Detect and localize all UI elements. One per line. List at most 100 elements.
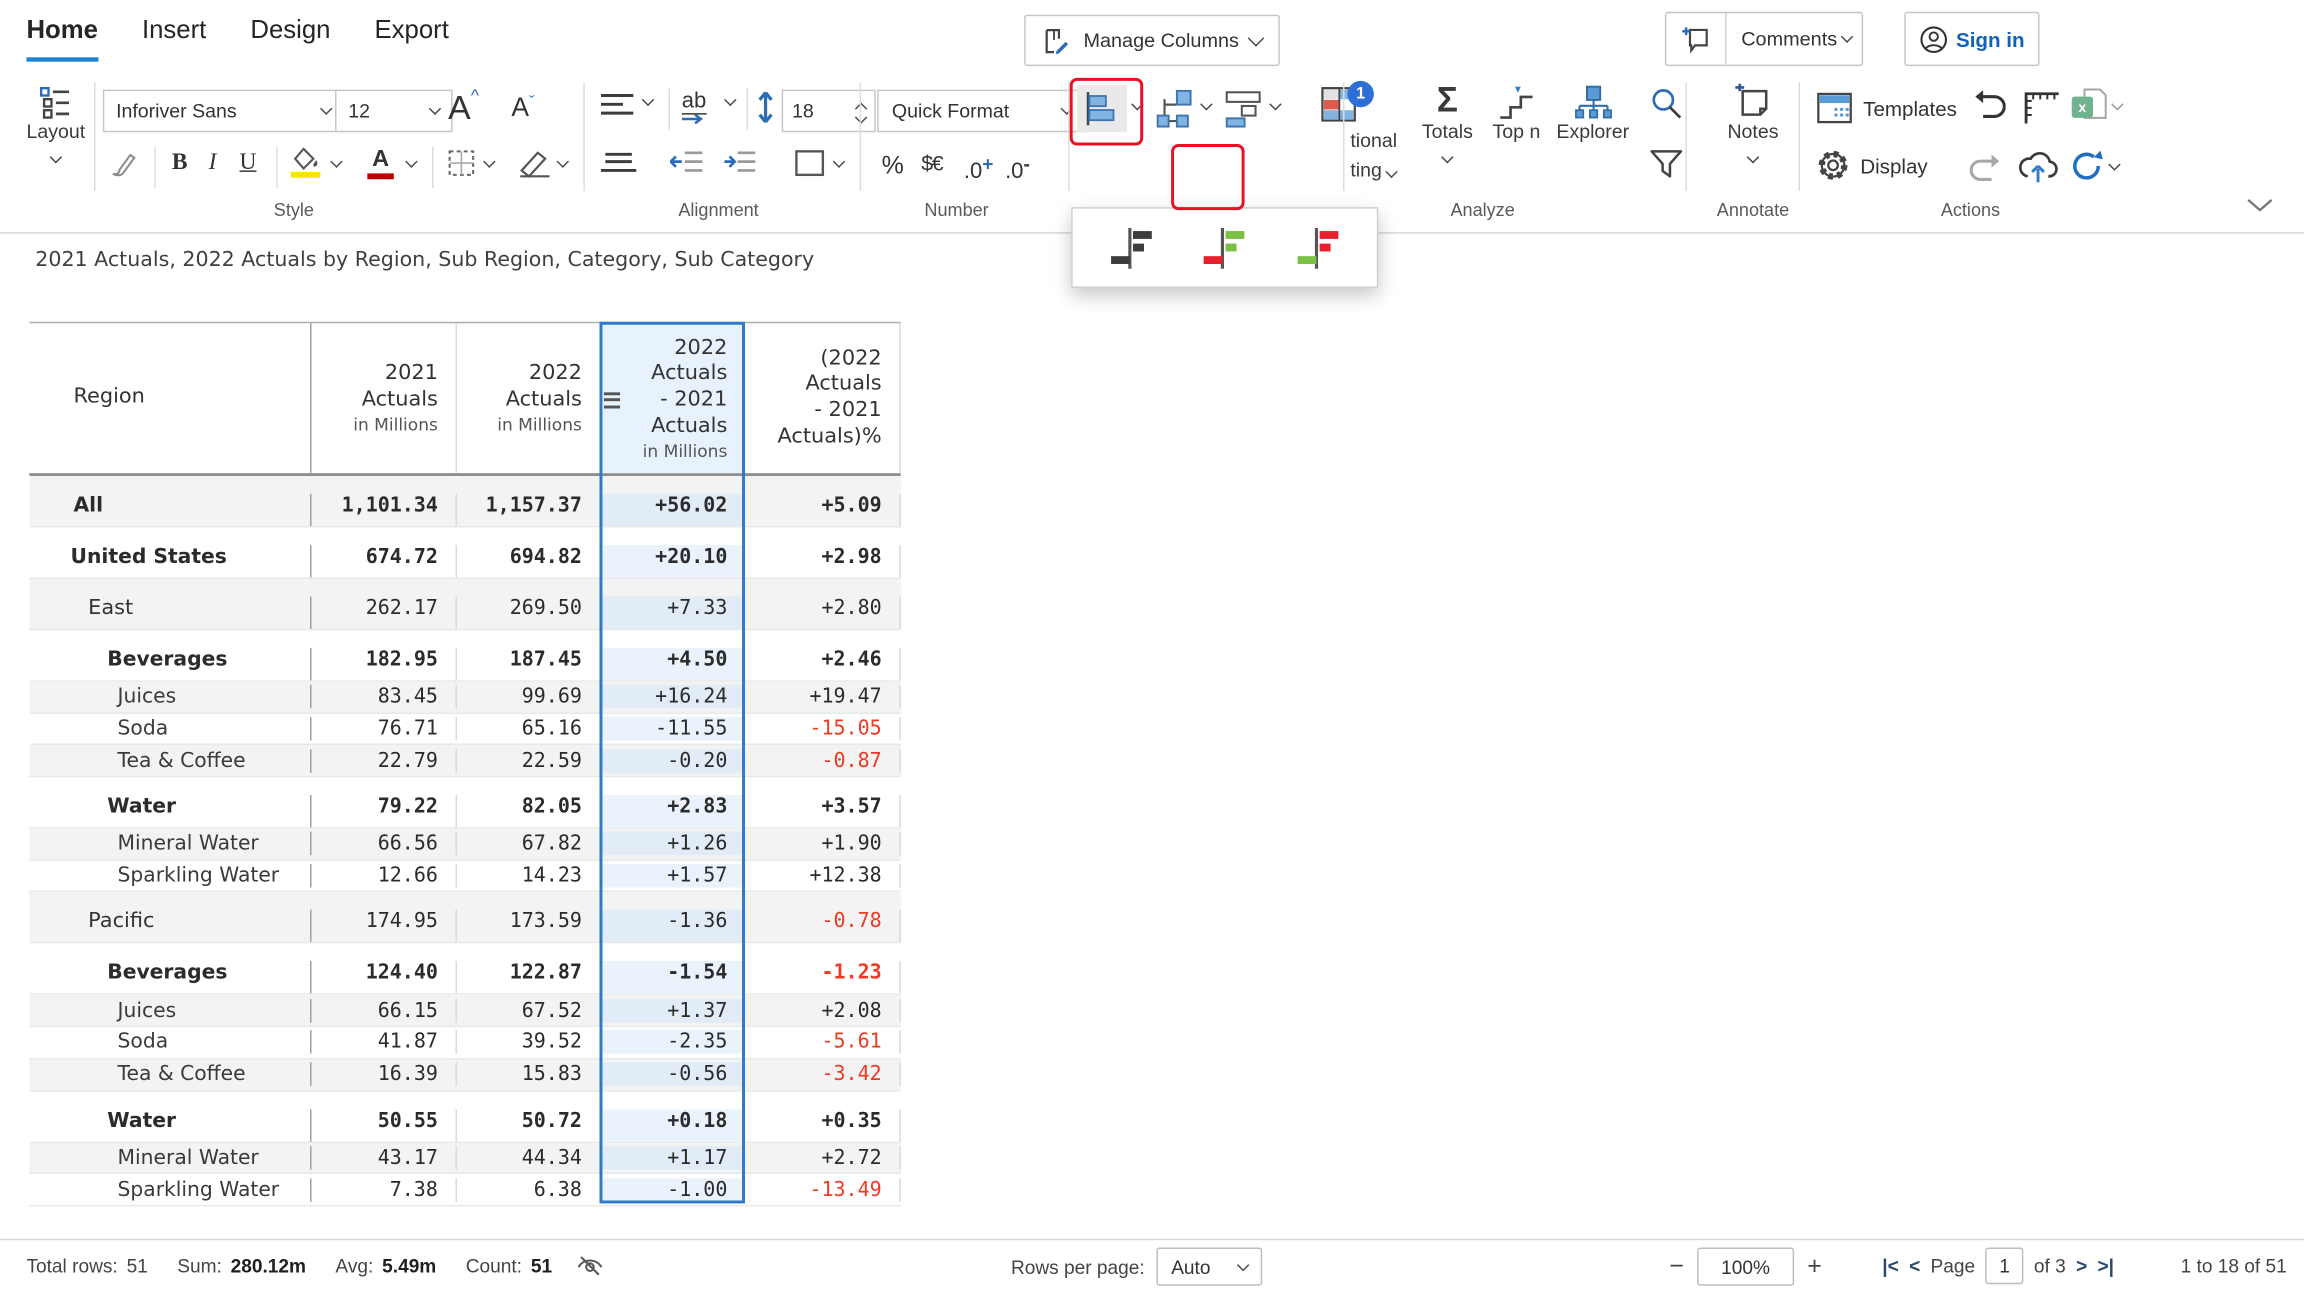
increase-font-button[interactable]: A^ — [448, 85, 479, 128]
table-row[interactable]: Beverages124.40122.87-1.54-1.23 — [29, 944, 900, 995]
waterfall-green-red-icon[interactable] — [1201, 224, 1248, 271]
variance-pct-cell[interactable]: +2.80 — [745, 597, 901, 629]
tab-home[interactable]: Home — [26, 15, 97, 62]
variance-cell[interactable]: +1.37 — [600, 999, 745, 1023]
value-2021-cell[interactable]: 124.40 — [310, 962, 455, 994]
value-2021-cell[interactable]: 41.87 — [310, 1031, 455, 1055]
sign-in-button[interactable]: Sign in — [1904, 12, 2039, 66]
variance-cell[interactable]: -1.00 — [600, 1178, 745, 1202]
value-2022-cell[interactable]: 1,157.37 — [456, 494, 600, 526]
chevron-down-icon[interactable] — [2108, 158, 2120, 170]
chevron-down-icon[interactable] — [1200, 98, 1212, 110]
column-header-2021-actuals[interactable]: 2021 Actuals in Millions — [310, 323, 455, 473]
column-header-variance[interactable]: 2022 Actuals - 2021 Actuals in Millions — [600, 323, 745, 473]
first-page-button[interactable]: |< — [1882, 1255, 1899, 1277]
filter-button[interactable] — [1649, 147, 1684, 182]
table-row[interactable]: Soda41.8739.52-2.35-5.61 — [29, 1027, 900, 1059]
prev-page-button[interactable]: < — [1909, 1255, 1920, 1277]
variance-cell[interactable]: +56.02 — [600, 494, 745, 526]
value-2022-cell[interactable]: 82.05 — [456, 795, 600, 827]
variance-pct-cell[interactable]: -3.42 — [745, 1063, 901, 1087]
resize-button[interactable] — [2020, 87, 2060, 125]
region-cell[interactable]: Pacific — [29, 910, 310, 942]
value-2022-cell[interactable]: 173.59 — [456, 910, 600, 942]
font-size-select[interactable]: 12 — [335, 90, 453, 133]
table-row[interactable]: All1,101.341,157.37+56.02+5.09 — [29, 476, 900, 527]
font-name-select[interactable]: Inforiver Sans — [103, 90, 344, 133]
variance-pct-cell[interactable]: +1.90 — [745, 832, 901, 856]
rows-per-page-select[interactable]: Auto — [1157, 1248, 1263, 1286]
variance-cell[interactable]: -0.56 — [600, 1063, 745, 1087]
variance-pct-cell[interactable]: -13.49 — [745, 1178, 901, 1202]
table-row[interactable]: Beverages182.95187.45+4.50+2.46 — [29, 630, 900, 681]
combo-chart-button[interactable] — [1224, 88, 1265, 129]
value-2021-cell[interactable]: 182.95 — [310, 648, 455, 680]
variance-pct-cell[interactable]: -0.78 — [745, 910, 901, 942]
top-n-button[interactable]: Top n — [1484, 85, 1549, 142]
value-2021-cell[interactable]: 43.17 — [310, 1146, 455, 1170]
decrease-decimal-button[interactable]: .0- — [1005, 153, 1030, 184]
table-row[interactable]: East262.17269.50+7.33+2.80 — [29, 579, 900, 630]
variance-pct-cell[interactable]: +0.35 — [745, 1109, 901, 1141]
value-2022-cell[interactable]: 44.34 — [456, 1146, 600, 1170]
variance-pct-cell[interactable]: +2.72 — [745, 1146, 901, 1170]
templates-button[interactable]: Templates — [1816, 91, 1957, 125]
column-header-variance-pct[interactable]: (2022 Actuals - 2021 Actuals)% — [745, 323, 901, 473]
variance-pct-cell[interactable]: -15.05 — [745, 717, 901, 741]
variance-cell[interactable]: -2.35 — [600, 1031, 745, 1055]
hide-stats-button[interactable] — [576, 1253, 604, 1278]
value-2021-cell[interactable]: 174.95 — [310, 910, 455, 942]
value-2022-cell[interactable]: 39.52 — [456, 1031, 600, 1055]
chevron-down-icon[interactable] — [724, 94, 736, 106]
table-row[interactable]: Soda76.7165.16-11.55-15.05 — [29, 714, 900, 746]
manage-columns-button[interactable]: Manage Columns — [1024, 15, 1280, 66]
publish-button[interactable] — [2016, 147, 2060, 185]
region-cell[interactable]: Sparkling Water — [29, 1178, 310, 1202]
decrease-indent-button[interactable] — [670, 150, 705, 176]
zoom-out-button[interactable]: − — [1669, 1252, 1684, 1281]
format-painter-button[interactable] — [109, 147, 141, 179]
waterfall-neutral-icon[interactable] — [1108, 224, 1155, 271]
variance-pct-cell[interactable]: +19.47 — [745, 685, 901, 709]
variance-pct-cell[interactable]: -5.61 — [745, 1031, 901, 1055]
region-cell[interactable]: Tea & Coffee — [29, 749, 310, 773]
value-2022-cell[interactable]: 14.23 — [456, 864, 600, 888]
currency-format-button[interactable]: $€ — [921, 153, 942, 177]
variance-cell[interactable]: +1.26 — [600, 832, 745, 856]
value-2022-cell[interactable]: 15.83 — [456, 1063, 600, 1087]
value-2022-cell[interactable]: 50.72 — [456, 1109, 600, 1141]
region-cell[interactable]: All — [29, 494, 310, 526]
table-row[interactable]: Mineral Water66.5667.82+1.26+1.90 — [29, 829, 900, 861]
variance-cell[interactable]: +4.50 — [600, 648, 745, 680]
table-row[interactable]: Tea & Coffee22.7922.59-0.20-0.87 — [29, 746, 900, 778]
region-cell[interactable]: Beverages — [29, 962, 310, 994]
value-2021-cell[interactable]: 7.38 — [310, 1178, 455, 1202]
table-row[interactable]: Sparkling Water12.6614.23+1.57+12.38 — [29, 861, 900, 893]
region-cell[interactable]: United States — [29, 545, 310, 577]
value-2022-cell[interactable]: 67.52 — [456, 999, 600, 1023]
percent-format-button[interactable]: % — [882, 151, 904, 180]
search-button[interactable] — [1649, 87, 1684, 122]
region-cell[interactable]: Sparkling Water — [29, 864, 310, 888]
column-drag-handle-icon[interactable] — [604, 388, 620, 412]
value-2021-cell[interactable]: 79.22 — [310, 795, 455, 827]
region-cell[interactable]: Tea & Coffee — [29, 1063, 310, 1087]
variance-pct-cell[interactable]: +3.57 — [745, 795, 901, 827]
variance-cell[interactable]: -0.20 — [600, 749, 745, 773]
bold-button[interactable]: B — [172, 150, 188, 176]
chevron-down-icon[interactable] — [1131, 98, 1143, 110]
borders-button[interactable] — [447, 148, 476, 177]
zoom-in-button[interactable]: + — [1807, 1252, 1822, 1281]
table-row[interactable]: Pacific174.95173.59-1.36-0.78 — [29, 893, 900, 944]
value-2021-cell[interactable]: 16.39 — [310, 1063, 455, 1087]
table-row[interactable]: Juices83.4599.69+16.24+19.47 — [29, 682, 900, 714]
chevron-down-icon[interactable] — [483, 155, 495, 167]
table-row[interactable]: Mineral Water43.1744.34+1.17+2.72 — [29, 1142, 900, 1174]
region-cell[interactable]: Water — [29, 1109, 310, 1141]
value-2021-cell[interactable]: 12.66 — [310, 864, 455, 888]
region-cell[interactable]: Water — [29, 795, 310, 827]
variance-pct-cell[interactable]: -0.87 — [745, 749, 901, 773]
variance-pct-cell[interactable]: +12.38 — [745, 864, 901, 888]
refresh-button[interactable] — [2069, 148, 2119, 183]
row-height-stepper[interactable]: 18 — [782, 90, 876, 133]
